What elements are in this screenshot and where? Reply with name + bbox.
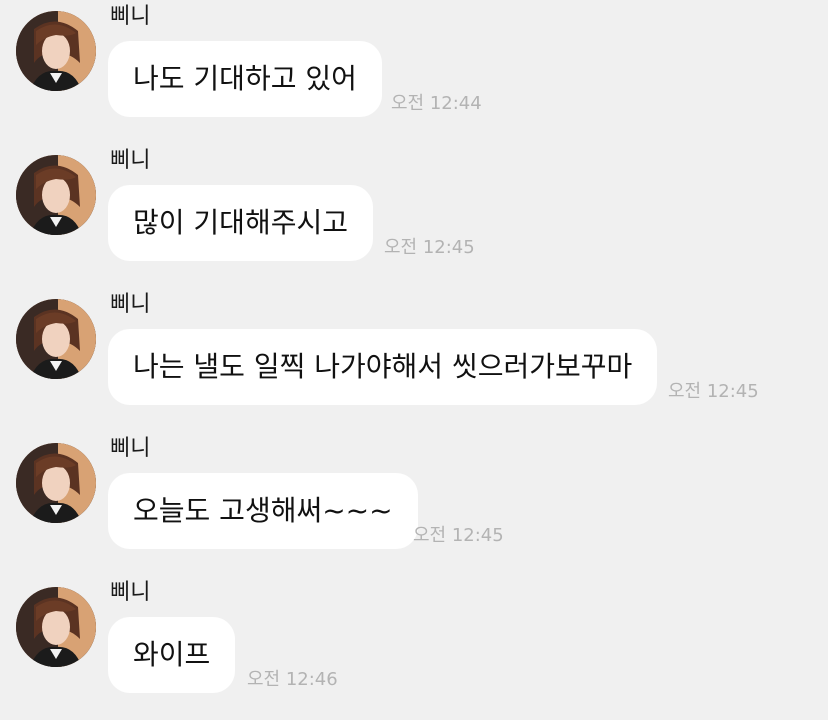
sender-name: 삐니 bbox=[110, 436, 151, 461]
message-bubble[interactable]: 나도 기대하고 있어 bbox=[108, 41, 382, 117]
message-row: 삐니 나는 낼도 일찍 나가야해서 씻으러가보꾸마 오전 12:45 bbox=[0, 288, 828, 432]
message-row: 삐니 많이 기대해주시고 오전 12:45 bbox=[0, 144, 828, 288]
profile-photo-icon bbox=[16, 299, 96, 379]
message-timestamp: 오전 12:45 bbox=[384, 237, 475, 258]
profile-photo-icon bbox=[16, 155, 96, 235]
message-timestamp: 오전 12:45 bbox=[668, 381, 759, 402]
avatar[interactable] bbox=[16, 299, 96, 379]
message-timestamp: 오전 12:46 bbox=[247, 669, 338, 690]
profile-photo-icon bbox=[16, 587, 96, 667]
avatar[interactable] bbox=[16, 587, 96, 667]
avatar[interactable] bbox=[16, 11, 96, 91]
sender-name: 삐니 bbox=[110, 148, 151, 173]
profile-photo-icon bbox=[16, 443, 96, 523]
message-row: 삐니 와이프 오전 12:46 bbox=[0, 576, 828, 720]
avatar[interactable] bbox=[16, 443, 96, 523]
message-timestamp: 오전 12:45 bbox=[413, 525, 504, 546]
message-bubble[interactable]: 오늘도 고생해써~~~ bbox=[108, 473, 418, 549]
message-row: 삐니 나도 기대하고 있어 오전 12:44 bbox=[0, 0, 828, 144]
sender-name: 삐니 bbox=[110, 4, 151, 29]
sender-name: 삐니 bbox=[110, 292, 151, 317]
message-timestamp: 오전 12:44 bbox=[391, 93, 482, 114]
message-bubble[interactable]: 많이 기대해주시고 bbox=[108, 185, 373, 261]
message-bubble[interactable]: 와이프 bbox=[108, 617, 236, 693]
message-bubble[interactable]: 나는 낼도 일찍 나가야해서 씻으러가보꾸마 bbox=[108, 329, 658, 405]
avatar[interactable] bbox=[16, 155, 96, 235]
message-row: 삐니 오늘도 고생해써~~~ 오전 12:45 bbox=[0, 432, 828, 576]
profile-photo-icon bbox=[16, 11, 96, 91]
sender-name: 삐니 bbox=[110, 580, 151, 605]
